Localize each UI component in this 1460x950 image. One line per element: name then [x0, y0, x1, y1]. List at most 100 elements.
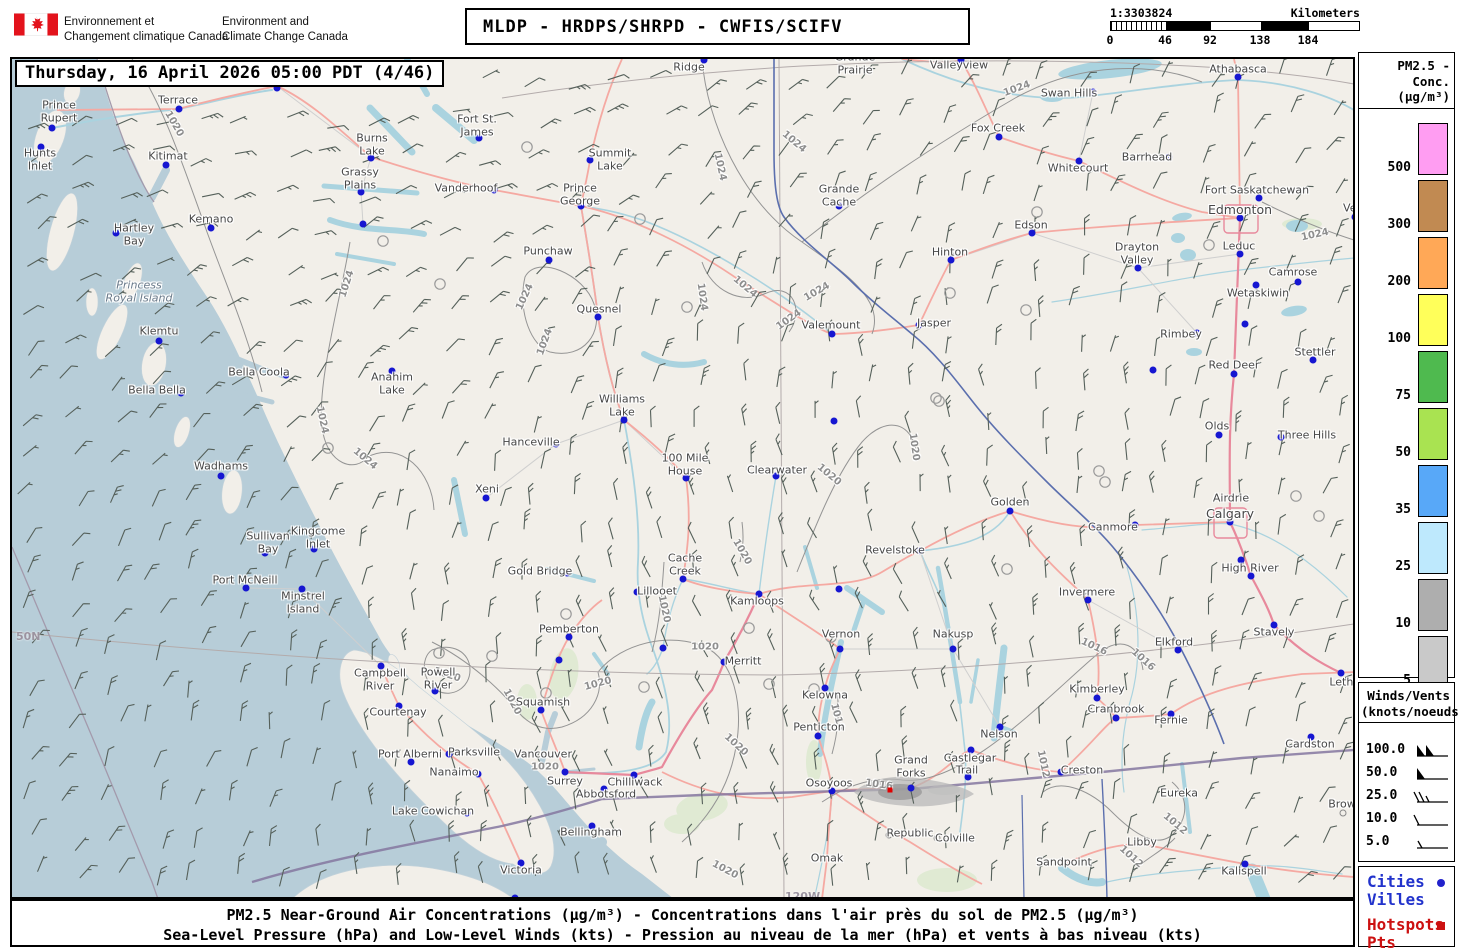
- city-label: Terrace: [157, 93, 199, 107]
- city-label: Bellingham: [560, 825, 622, 839]
- city-label: Republic: [886, 826, 934, 840]
- pm25-color-swatch: [1418, 179, 1448, 232]
- city-label: Merritt: [724, 654, 762, 668]
- city-label: Surrey: [547, 774, 583, 788]
- city-label: Vancouver: [514, 747, 572, 761]
- city-label: 100 Mile House: [661, 451, 709, 477]
- product-title: MLDP - HRDPS/SHRPD - CWFIS/SCIFV: [465, 8, 970, 45]
- city-label: Kimberley: [1069, 682, 1125, 696]
- city-dot: [1294, 278, 1302, 286]
- pm25-threshold-value: 500: [1387, 159, 1411, 175]
- city-label: Victoria: [500, 863, 542, 877]
- pm25-threshold-value: 10: [1395, 615, 1411, 631]
- wind-barb-icon: [1413, 791, 1448, 803]
- pm25-legend-row: 75: [1359, 350, 1454, 407]
- pm25-legend-rows: 500 300 200 100 75 50 35 25 10 5: [1359, 122, 1454, 692]
- city-label: Creston: [1060, 763, 1104, 777]
- city-label: Vernon: [821, 627, 861, 641]
- city-label: Revelstoke: [865, 543, 925, 557]
- pm25-color-swatch: [1418, 122, 1448, 175]
- city-label: Fox Creek: [970, 121, 1026, 135]
- graticule-label: 50N: [16, 630, 41, 643]
- city-label: Camrose: [1268, 265, 1318, 279]
- city-label: Williams Lake: [598, 392, 646, 418]
- city-label: Airdrie: [1212, 491, 1250, 505]
- city-label: Kelowna: [802, 688, 848, 702]
- wind-speed-value: 50.0: [1366, 765, 1398, 781]
- city-label: Barrhead: [1121, 150, 1173, 164]
- pm25-color-swatch: [1418, 464, 1448, 517]
- wind-legend-row: 50.0: [1359, 762, 1454, 785]
- city-dot: [907, 784, 915, 792]
- city-label: Port Alberni: [378, 747, 442, 761]
- city-label: Bella Bella: [128, 383, 186, 397]
- city-dot-sample: [1437, 879, 1445, 887]
- city-label: Squamish: [515, 695, 571, 709]
- city-label: Lethbridge: [1329, 675, 1354, 689]
- wind-legend: Winds/Vents (knots/noeuds) 100.0 50.0 25.0…: [1358, 682, 1460, 862]
- pm25-color-swatch: [1418, 236, 1448, 289]
- city-label: Drayton Valley: [1114, 240, 1160, 266]
- city-label: Vegreville: [1343, 201, 1353, 215]
- city-label: Campbell River: [354, 666, 406, 692]
- city-label: Nelson: [980, 727, 1018, 741]
- city-dot: [1241, 320, 1249, 328]
- scale-bar: [1110, 21, 1360, 31]
- scale-segment: [1211, 22, 1261, 30]
- city-label: Swan Hills: [1040, 86, 1098, 100]
- city-dot: [949, 645, 957, 653]
- scale-segment: [1166, 22, 1211, 30]
- city-label: Clearwater: [746, 463, 808, 477]
- city-dot: [155, 337, 163, 345]
- wind-legend-rows: 100.0 50.0 25.0 10.0 5.0: [1359, 739, 1454, 854]
- city-label: Bella Coola: [228, 365, 290, 379]
- city-label: Elkford: [1154, 635, 1194, 649]
- wind-legend-title: Winds/Vents (knots/noeuds): [1359, 683, 1460, 724]
- city-label: Grande Cache: [818, 182, 860, 208]
- pm25-threshold-value: 100: [1387, 330, 1411, 346]
- city-dot: [836, 645, 844, 653]
- city-label: Kamloops: [730, 594, 784, 608]
- city-label: Eureka: [1160, 786, 1198, 800]
- city-label: Burns Lake: [356, 131, 388, 157]
- wind-speed-value: 5.0: [1366, 834, 1390, 850]
- city-label: Osoyoos: [805, 776, 853, 790]
- city-label: Three Hills: [1277, 428, 1337, 442]
- city-label: Golden: [990, 495, 1030, 509]
- city-label: Quesnel: [576, 302, 622, 316]
- city-label: Prince George: [559, 181, 601, 207]
- city-label: Kalispell: [1221, 864, 1267, 878]
- agency-name-french: Environnement et Changement climatique C…: [64, 16, 229, 43]
- wind-speed-value: 100.0: [1366, 742, 1406, 758]
- pm25-legend-row: 50: [1359, 407, 1454, 464]
- city-label: Cache Creek: [667, 551, 703, 577]
- wind-barb-icon: [1417, 768, 1448, 780]
- city-label: Port McNeill: [212, 573, 278, 587]
- city-label: Penticton: [793, 720, 845, 734]
- marker-legend: Cities Villes Hotspots Pts chauds: [1358, 866, 1455, 950]
- wind-barb-icon: [1417, 745, 1448, 757]
- city-label: Cranbrook: [1087, 702, 1145, 716]
- city-label: Klemtu: [139, 324, 179, 338]
- city-dot: [48, 124, 56, 132]
- legend-cities-en: Cities: [1359, 874, 1454, 890]
- scale-segment: [1309, 22, 1359, 30]
- legend-cities-fr: Villes: [1367, 890, 1425, 909]
- caption-line2: Sea-Level Pressure (hPa) and Low-Level W…: [163, 926, 1202, 945]
- city-label: Nanaimo: [429, 765, 479, 779]
- wind-legend-row: 25.0: [1359, 785, 1454, 808]
- city-label: Rimbey: [1160, 327, 1202, 341]
- wind-legend-row: 100.0: [1359, 739, 1454, 762]
- city-label: Browning: [1328, 797, 1355, 811]
- weather-map-canvas: Thursday, 16 April 2026 05:00 PDT (4/46)…: [10, 57, 1355, 899]
- pm25-legend-row: 35: [1359, 464, 1454, 521]
- city-label: Gold Bridge: [507, 564, 573, 578]
- city-label: Anahim Lake: [371, 370, 413, 396]
- city-label: Wetaskiwin: [1226, 286, 1290, 300]
- city-label: Invermere: [1058, 585, 1116, 599]
- city-label: Powell River: [420, 665, 456, 691]
- city-label: Hunts Inlet: [23, 146, 57, 172]
- city-label: Wadhams: [193, 459, 249, 473]
- pm25-color-swatch: [1418, 521, 1448, 574]
- city-label: Abbotsford: [575, 787, 637, 801]
